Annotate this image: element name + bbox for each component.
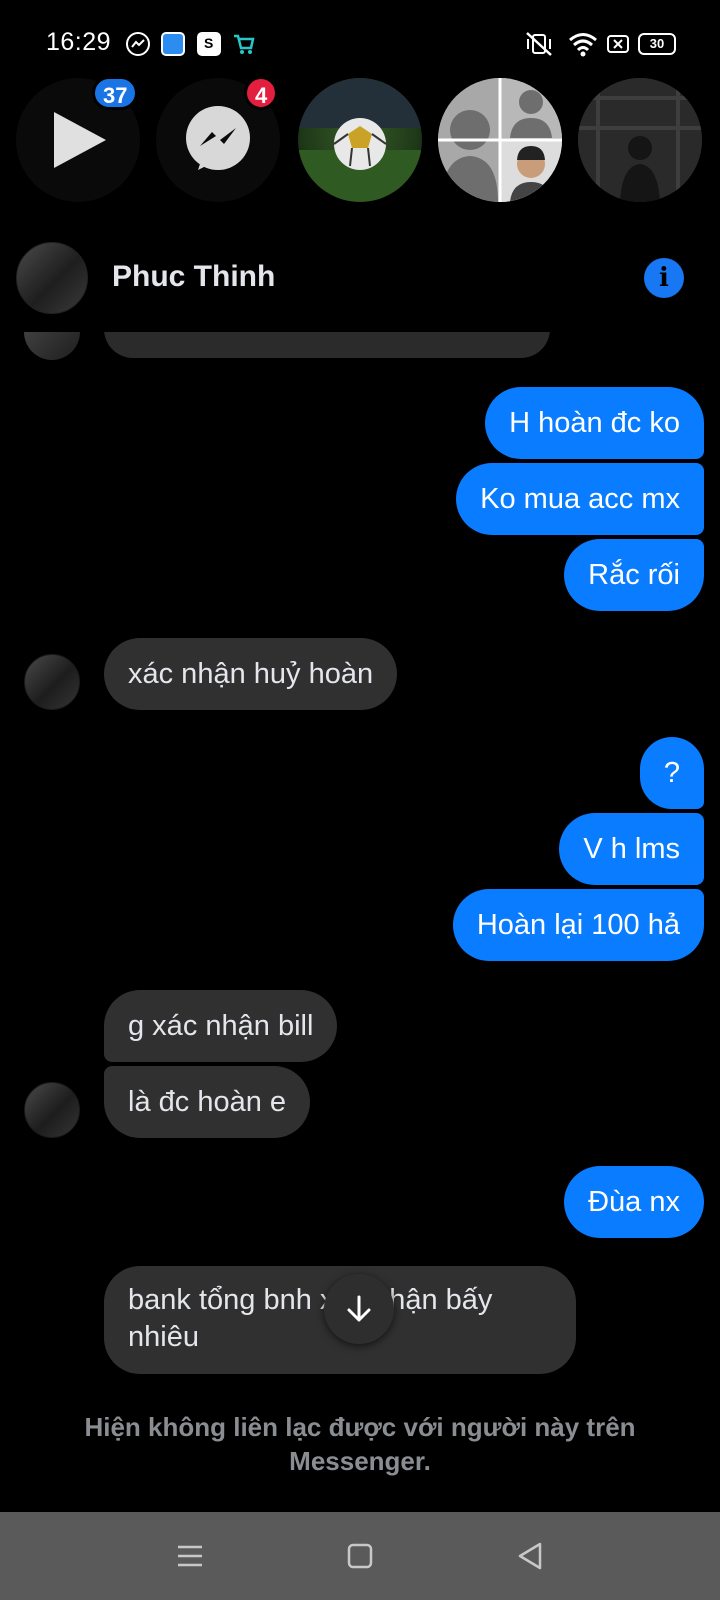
message-bubble-outgoing[interactable]: H hoàn đc ko [485,387,704,459]
menu-icon [178,1545,202,1567]
unavailable-notice: Hiện không liên lạc được với người này t… [84,1412,636,1476]
back-button[interactable] [512,1538,548,1574]
info-icon[interactable]: i [644,258,684,298]
contact-name[interactable]: Phuc Thinh [112,260,275,294]
status-time: 16:29 [46,28,112,56]
home-square-icon [347,1543,373,1569]
navigation-bar [0,1512,720,1600]
messenger-notification-icon [126,32,150,56]
message-bubble-outgoing[interactable]: Ko mua acc mx [456,463,704,535]
messenger-unread-badge: 4 [244,76,279,110]
vibrate-mute-icon [524,30,554,58]
contact-avatar[interactable] [16,242,88,314]
shopee-icon: S [197,32,221,56]
message-bubble-outgoing[interactable]: Hoàn lại 100 hả [452,889,704,961]
back-triangle-icon [518,1542,542,1570]
wifi-icon [568,30,598,58]
group-chat-head[interactable] [438,78,562,202]
message-bubble-outgoing[interactable]: Đùa nx [564,1166,704,1238]
status-bar: 16:29 S 30 [0,0,720,80]
chat-heads-row: 37 4 [0,76,720,208]
message-bubble-outgoing[interactable]: Rắc rối [564,539,704,611]
shopping-cart-icon [232,32,256,56]
message-bubble-outgoing[interactable]: ? [639,737,704,809]
message-bubble-incoming[interactable]: g xác nhận bill [104,990,338,1062]
chat-header: Phuc Thinh i [0,220,720,332]
profile-photo [578,78,702,202]
person-chat-head[interactable] [578,78,702,202]
soccer-ball-chat-head[interactable] [298,78,422,202]
message-bubble-outgoing[interactable]: V h lms [559,813,704,885]
message-bubble-incoming[interactable]: xác nhận huỷ hoàn [104,638,398,710]
app-notification-icon [161,32,185,56]
battery-icon: 30 [638,33,676,55]
soccer-ball-icon [298,78,422,202]
sim-icon [606,30,630,58]
sender-avatar [24,1082,80,1138]
scroll-to-bottom-button[interactable] [324,1274,394,1344]
group-avatar-icon [438,78,562,202]
home-button[interactable] [342,1538,378,1574]
recent-apps-button[interactable] [172,1538,208,1574]
sender-avatar [24,654,80,710]
arrow-down-icon [347,1295,371,1322]
message-bubble-incoming[interactable]: là đc hoàn e [104,1066,311,1138]
video-unread-badge: 37 [92,76,139,110]
